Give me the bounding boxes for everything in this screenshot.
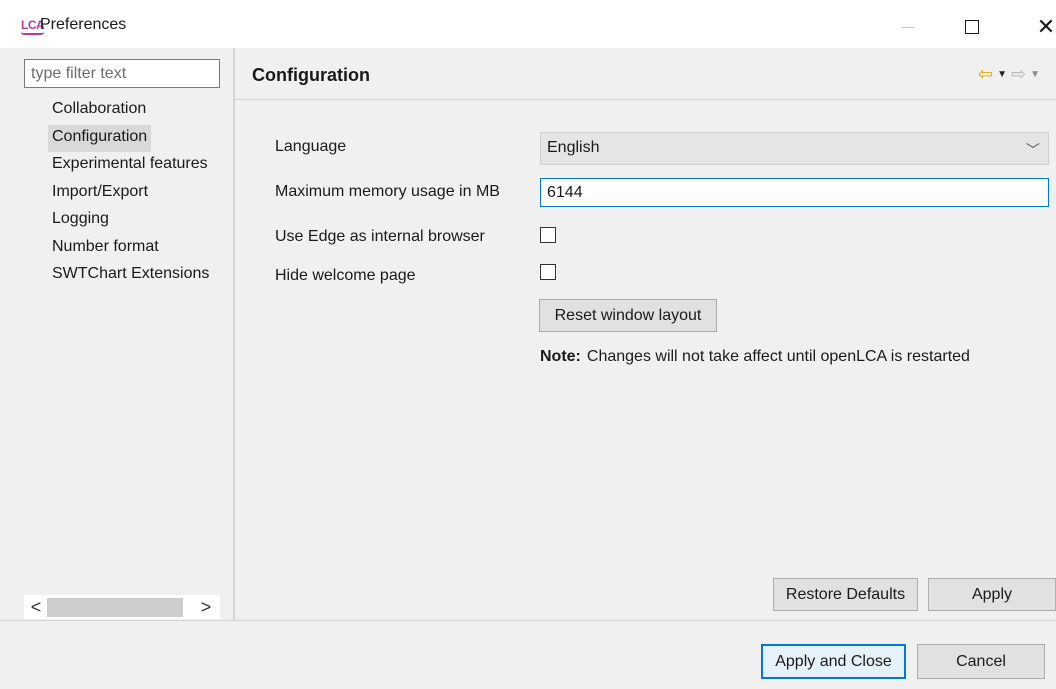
preferences-tree: Collaboration Configuration Experimental…: [48, 97, 233, 290]
hide-welcome-label: Hide welcome page: [275, 267, 416, 284]
apply-and-close-button[interactable]: Apply and Close: [761, 644, 906, 679]
cancel-button[interactable]: Cancel: [917, 644, 1045, 679]
horizontal-scrollbar[interactable]: < >: [24, 595, 220, 619]
filter-input[interactable]: [24, 59, 220, 88]
minimize-button[interactable]: [886, 10, 930, 44]
restore-defaults-button[interactable]: Restore Defaults: [773, 578, 918, 611]
back-arrow-icon[interactable]: ⇦: [978, 64, 993, 85]
history-nav: ⇦ ▼ ⇨ ▼: [978, 64, 1040, 85]
forward-arrow-icon[interactable]: ⇨: [1011, 64, 1026, 85]
tree-item-experimental-features[interactable]: Experimental features: [48, 152, 212, 180]
memory-label: Maximum memory usage in MB: [275, 183, 500, 200]
maximize-button[interactable]: [950, 10, 994, 44]
configuration-page: Configuration ⇦ ▼ ⇨ ▼ Language English ﹀…: [235, 48, 1056, 620]
edge-browser-checkbox[interactable]: [540, 227, 556, 243]
language-value: English: [547, 139, 600, 156]
memory-input[interactable]: [540, 178, 1049, 207]
dialog-footer: Apply and Close Cancel: [0, 621, 1056, 689]
tree-item-swtchart-extensions[interactable]: SWTChart Extensions: [48, 262, 213, 290]
chevron-down-icon: ﹀: [1026, 142, 1040, 158]
window-title: Preferences: [40, 16, 127, 33]
apply-button[interactable]: Apply: [928, 578, 1056, 611]
tree-item-collaboration[interactable]: Collaboration: [48, 97, 150, 125]
language-label: Language: [275, 138, 347, 155]
reset-window-layout-button[interactable]: Reset window layout: [539, 299, 717, 332]
tree-item-import-export[interactable]: Import/Export: [48, 180, 152, 208]
page-header: Configuration ⇦ ▼ ⇨ ▼: [235, 48, 1056, 100]
note-text: Changes will not take affect until openL…: [586, 348, 970, 365]
tree-item-number-format[interactable]: Number format: [48, 235, 163, 263]
note-label: Note:: [540, 348, 581, 365]
close-button[interactable]: ✕: [1024, 10, 1056, 44]
language-select[interactable]: English ﹀: [540, 132, 1049, 165]
maximize-icon: [965, 20, 979, 34]
restart-note: Note: Changes will not take affect until …: [540, 348, 970, 366]
close-icon: ✕: [1036, 14, 1056, 39]
scrollbar-thumb[interactable]: [47, 598, 183, 617]
preferences-nav-panel: Collaboration Configuration Experimental…: [0, 48, 233, 620]
forward-dropdown-icon[interactable]: ▼: [1030, 69, 1040, 80]
page-title: Configuration: [252, 65, 370, 85]
minimize-icon: [902, 26, 914, 28]
edge-browser-label: Use Edge as internal browser: [275, 228, 485, 245]
scroll-right-icon[interactable]: >: [196, 597, 216, 618]
scroll-left-icon[interactable]: <: [26, 597, 46, 618]
hide-welcome-checkbox[interactable]: [540, 264, 556, 280]
tree-item-logging[interactable]: Logging: [48, 207, 113, 235]
tree-item-configuration[interactable]: Configuration: [48, 124, 152, 152]
back-dropdown-icon[interactable]: ▼: [997, 69, 1007, 80]
title-bar: LCA Preferences ✕: [0, 0, 1056, 48]
